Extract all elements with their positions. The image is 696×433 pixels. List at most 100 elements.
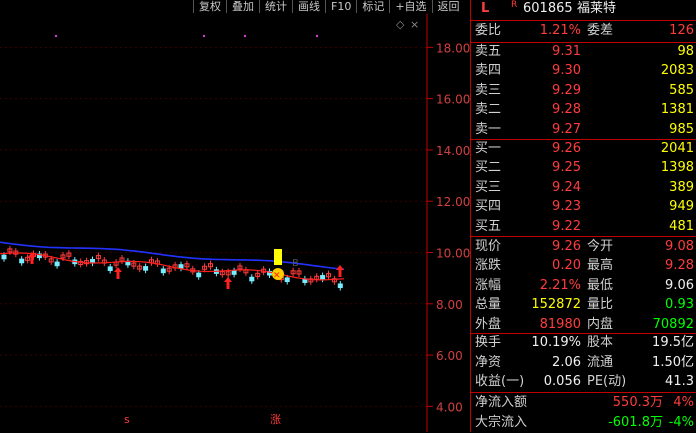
sell-level-volume: 2083 — [660, 63, 694, 79]
stat-label: 涨跌 — [475, 258, 502, 274]
current-candle — [274, 249, 282, 265]
stat-row: 涨跌 0.20 最高 9.28 — [471, 256, 696, 276]
signal-dot — [54, 34, 58, 38]
buy-level-label: 买五 — [475, 218, 502, 234]
sell-level-price: 9.31 — [552, 44, 581, 59]
sell-level-price: 9.27 — [552, 121, 581, 137]
fund-value: 41.3 — [665, 374, 694, 390]
signal-dot — [202, 34, 206, 38]
stat-label: 总量 — [475, 297, 502, 313]
stat-value: 9.26 — [552, 239, 581, 254]
chart-grid — [0, 46, 427, 407]
fund-label: 换手 — [475, 335, 502, 350]
stat-label: 内盘 — [587, 316, 614, 332]
flow-label: 大宗流入 — [475, 414, 528, 430]
stat-row: 外盘 81980 内盘 70892 — [471, 315, 696, 335]
sell-level-label: 卖四 — [475, 63, 502, 79]
sell-row[interactable]: 卖三 9.29 585 — [471, 81, 696, 101]
toolbar-mark-button[interactable]: 标记 — [356, 0, 389, 13]
fund-value: 10.19% — [531, 335, 581, 350]
sell-level-volume: 985 — [669, 121, 694, 137]
sell-row[interactable]: 卖四 9.30 2083 — [471, 61, 696, 81]
buy-level-price: 9.25 — [552, 160, 581, 176]
weibi-value: 1.21% — [539, 23, 581, 38]
sell-level-price: 9.28 — [552, 102, 581, 118]
chart-label-b: B — [292, 258, 299, 269]
price-tick-label: 16.00 — [436, 93, 470, 107]
buy-level-price: 9.26 — [552, 141, 581, 156]
buy-level-volume: 389 — [669, 179, 694, 195]
fund-value: 2.06 — [552, 354, 581, 370]
price-tick-label: 8.00 — [436, 298, 463, 312]
buy-level-label: 买二 — [475, 160, 502, 176]
stat-row: 现价 9.26 今开 9.08 — [471, 237, 696, 257]
toolbar-back-button[interactable]: 返回 — [431, 0, 465, 13]
price-tick-label: 4.00 — [436, 400, 463, 414]
sell-level-volume: 1381 — [660, 102, 694, 118]
weibi-row: 委比 1.21% 委差 126 — [471, 21, 696, 41]
price-axis: 18.00 16.00 14.00 12.00 10.00 8.00 6.00 4.00 — [427, 41, 470, 414]
fund-label: 净资 — [475, 354, 502, 370]
toolbar-overlay-button[interactable]: 叠加 — [226, 0, 259, 13]
toolbar-stats-button[interactable]: 统计 — [259, 0, 292, 13]
fund-label: 流通 — [587, 354, 614, 370]
chart-toolbar: 复权 叠加 统计 画线 F10 标记 +自选 返回 — [193, 0, 465, 13]
buy-arrow-icon — [224, 277, 232, 289]
sell-level-volume: 585 — [669, 82, 694, 98]
stat-label: 今开 — [587, 239, 614, 254]
buy-arrow-icon — [114, 267, 122, 279]
fund-label: 收益(一) — [475, 374, 525, 390]
buy-level-label: 买四 — [475, 199, 502, 215]
flow-pct: -4% — [668, 414, 694, 430]
price-tick-label: 14.00 — [436, 144, 470, 158]
stat-value: 152872 — [531, 297, 581, 313]
sell-row[interactable]: 卖一 9.27 985 — [471, 120, 696, 140]
buy-row[interactable]: 买五 9.22 481 — [471, 217, 696, 237]
stock-name: 福莱特 — [577, 1, 617, 16]
diamond-marker-icon[interactable]: ◇ — [396, 18, 405, 31]
buy-row[interactable]: 买二 9.25 1398 — [471, 158, 696, 178]
buy-row[interactable]: 买三 9.24 389 — [471, 178, 696, 198]
sell-level-volume: 98 — [677, 44, 694, 59]
signal-face-mark: ✕ — [273, 271, 281, 281]
price-tick-label: 10.00 — [436, 246, 470, 260]
fund-row: 收益(一) 0.056 PE(动) 41.3 — [471, 372, 696, 392]
signal-dot — [315, 34, 319, 38]
close-x-icon[interactable]: × — [410, 18, 419, 31]
toolbar-f10-button[interactable]: F10 — [325, 0, 356, 13]
toolbar-drawline-button[interactable]: 画线 — [292, 0, 325, 13]
stat-label: 最高 — [587, 258, 614, 274]
sell-level-label: 卖五 — [475, 44, 502, 59]
sell-row[interactable]: 卖二 9.28 1381 — [471, 100, 696, 120]
buy-level-label: 买一 — [475, 141, 502, 156]
stat-label: 外盘 — [475, 316, 502, 332]
buy-row[interactable]: 买一 9.26 2041 — [471, 139, 696, 159]
toolbar-add-watchlist-button[interactable]: +自选 — [389, 0, 431, 13]
flow-row: 大宗流入 -601.8万 -4% — [471, 413, 696, 433]
stat-label: 现价 — [475, 239, 502, 254]
flow-pct: 4% — [673, 395, 694, 410]
buy-level-volume: 1398 — [660, 160, 694, 176]
sell-level-price: 9.29 — [552, 82, 581, 98]
weicha-label: 委差 — [587, 23, 614, 38]
fund-value: 19.5亿 — [652, 335, 694, 350]
stat-label: 最低 — [587, 277, 614, 293]
buy-arrow-icon — [336, 265, 344, 277]
quote-header: L R 601865 福莱特 — [471, 0, 696, 19]
stock-code: 601865 — [523, 1, 573, 16]
sell-row[interactable]: 卖五 9.31 98 — [471, 42, 696, 62]
fund-row: 净资 2.06 流通 1.50亿 — [471, 353, 696, 373]
sell-level-price: 9.30 — [552, 63, 581, 79]
fund-label: PE(动) — [587, 374, 627, 390]
kline-chart[interactable]: 18.0016.0014.0012.0010.008.006.004.00 ◇ … — [0, 14, 470, 432]
stat-row: 涨幅 2.21% 最低 9.06 — [471, 276, 696, 296]
stat-value: 2.21% — [539, 277, 581, 293]
buy-level-label: 买三 — [475, 179, 502, 195]
signal-dots — [54, 34, 319, 38]
fund-label: 股本 — [587, 335, 614, 350]
toolbar-fuquan-button[interactable]: 复权 — [193, 0, 226, 13]
stat-label: 涨幅 — [475, 277, 502, 293]
stat-value: 9.06 — [665, 277, 694, 293]
buy-level-volume: 2041 — [660, 141, 694, 156]
buy-row[interactable]: 买四 9.23 949 — [471, 197, 696, 217]
